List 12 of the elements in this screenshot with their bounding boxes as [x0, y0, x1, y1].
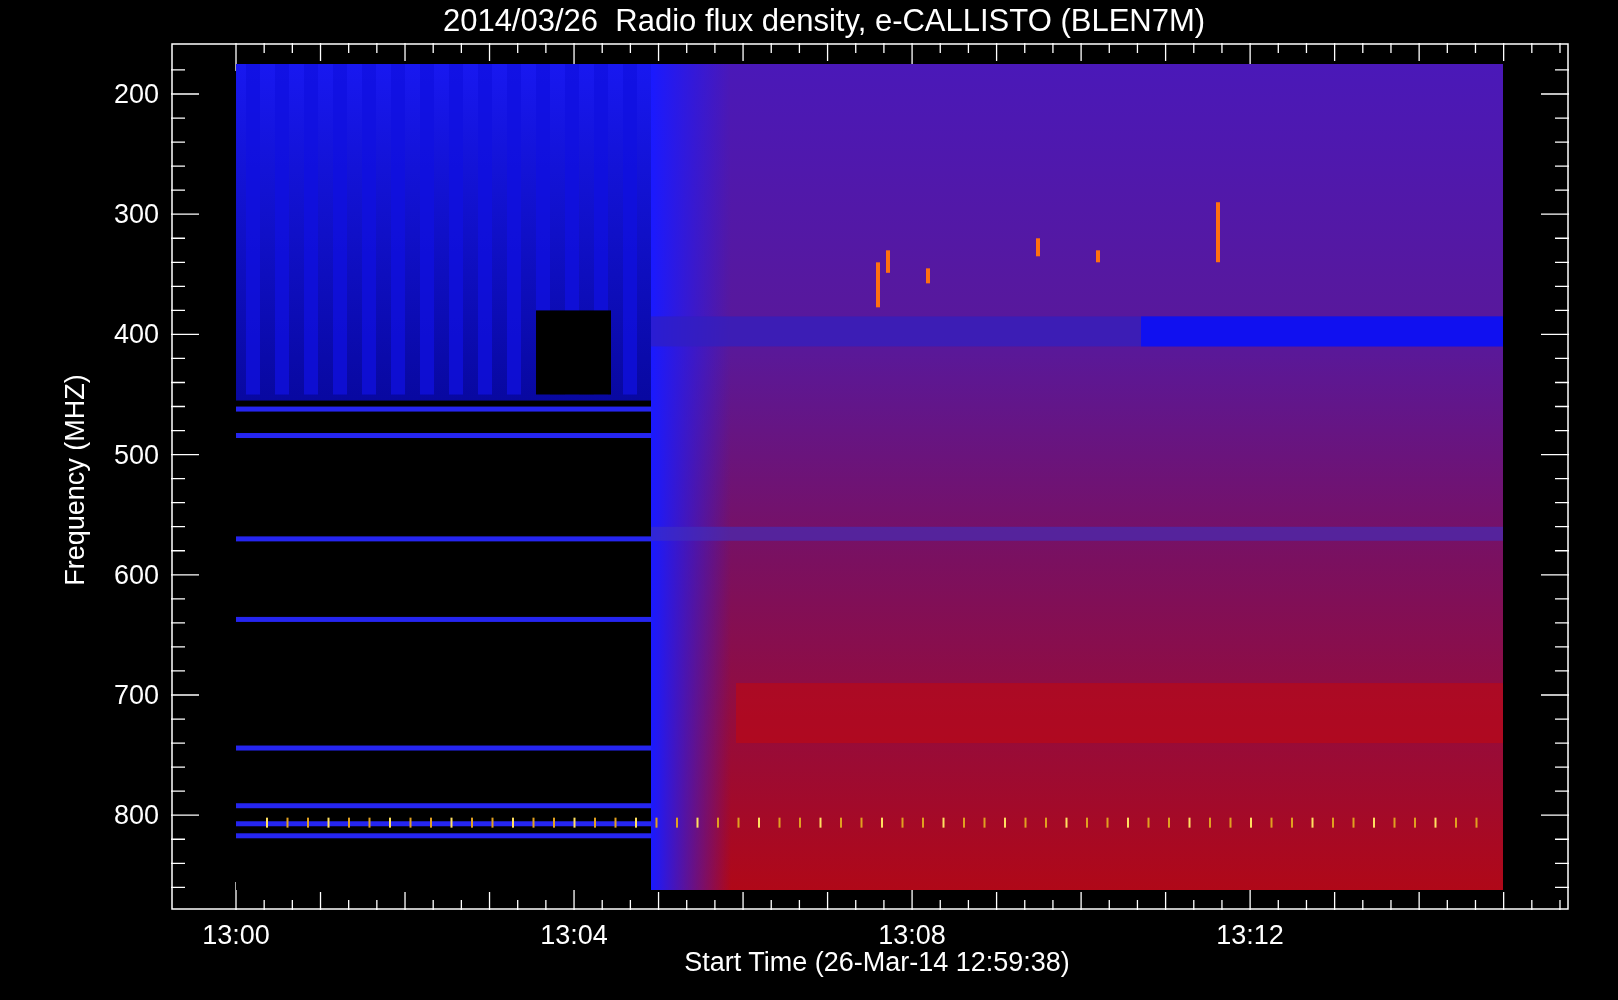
- y-axis-label: Frequency (MHZ): [59, 374, 91, 586]
- y-tick-label: 700: [113, 680, 159, 710]
- y-tick-label: 500: [113, 439, 159, 470]
- y-tick-label: 600: [113, 559, 159, 590]
- x-tick-label: 13:04: [540, 920, 608, 950]
- plot-title: 2014/03/26 Radio flux density, e-CALLISTO (BLEN7M): [441, 2, 1206, 40]
- x-tick-label: 13:00: [202, 920, 270, 950]
- y-tick-label: 800: [113, 800, 159, 831]
- y-tick-label: 200: [113, 79, 159, 109]
- y-tick-label: 400: [113, 319, 159, 350]
- x-tick-label: 13:12: [1216, 920, 1284, 950]
- y-tick-label: 300: [113, 199, 159, 230]
